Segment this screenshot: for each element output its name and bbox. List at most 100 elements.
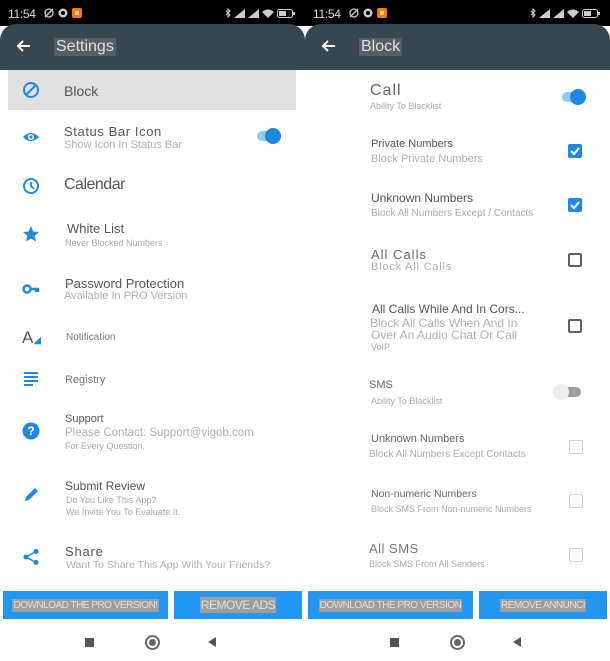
block-item-private-numbers[interactable]: Private Numbers Block Private Numbers [305, 134, 610, 170]
item-subtitle-2: For Every Question. [65, 441, 146, 451]
remove-ads-button[interactable]: REMOVE ADS [174, 591, 302, 619]
bluetooth-icon [225, 8, 231, 18]
all-calls-while-checkbox[interactable] [568, 319, 582, 333]
vpn-shield-icon [58, 8, 68, 18]
status-time: 11:54 [8, 7, 36, 21]
item-title: Share [65, 544, 104, 559]
item-subtitle: Block All Numbers Except Contacts [369, 449, 526, 460]
signal-icon [539, 8, 550, 18]
settings-item-password-protection[interactable]: Password Protection Available In PRO Ver… [0, 270, 305, 310]
item-subtitle: Available In PRO Version [64, 290, 188, 302]
app-notification-icon [72, 8, 82, 18]
item-title: Submit Review [65, 479, 146, 493]
unknown-numbers-checkbox[interactable] [568, 198, 582, 212]
item-title: Status Bar Icon [64, 124, 162, 139]
svg-text:?: ? [27, 424, 34, 438]
block-item-all-calls-while-in-course[interactable]: All Calls While And In Cors... Block All… [305, 300, 610, 352]
private-numbers-checkbox[interactable] [568, 144, 582, 158]
all-calls-checkbox[interactable] [568, 253, 582, 267]
sms-unknown-numbers-checkbox[interactable] [569, 440, 583, 454]
item-title: Non-numeric Numbers [371, 488, 477, 500]
alarm-off-icon [349, 8, 359, 18]
item-title: All SMS [369, 541, 419, 556]
star-icon [23, 226, 39, 242]
block-item-unknown-numbers[interactable]: Unknown Numbers Block All Numbers Except… [305, 188, 610, 224]
block-screen: 11:54 Block Call Ability To Blacklist Pr… [305, 0, 610, 661]
home-circle-icon[interactable] [145, 635, 160, 650]
key-icon [22, 284, 40, 294]
block-item-sms-unknown-numbers[interactable]: Unknown Numbers Block All Numbers Except… [305, 430, 610, 466]
settings-item-status-bar-icon[interactable]: Status Bar Icon Show Icon In Status Bar [0, 118, 305, 158]
status-time: 11:54 [313, 7, 341, 21]
wifi-icon [567, 9, 579, 18]
item-title: White List [67, 221, 125, 236]
alarm-off-icon [44, 8, 54, 18]
settings-item-submit-review[interactable]: Submit Review Do You Like This App? We I… [0, 476, 305, 522]
settings-item-support[interactable]: ? Support Please Contact: Support@vigob.… [0, 410, 305, 456]
item-title: Unknown Numbers [371, 433, 465, 445]
call-toggle[interactable] [560, 89, 588, 105]
item-title: Calendar [64, 176, 125, 193]
recents-square-icon[interactable] [390, 638, 399, 647]
back-triangle-icon[interactable] [208, 637, 216, 647]
recents-square-icon[interactable] [85, 638, 94, 647]
status-bar: 11:54 [305, 0, 610, 26]
item-subtitle: Show Icon In Status Bar [64, 139, 183, 151]
remove-ads-label: REMOVE ADS [199, 597, 277, 613]
all-sms-checkbox[interactable] [569, 548, 583, 562]
page-title: Block [359, 38, 403, 56]
page-title: Settings [54, 38, 116, 56]
block-item-all-sms[interactable]: All SMS Block SMS From All Senders [305, 540, 610, 576]
back-triangle-icon[interactable] [513, 637, 521, 647]
settings-item-calendar[interactable]: Calendar [0, 170, 305, 202]
signal-icon [248, 8, 259, 18]
block-item-all-calls[interactable]: All Calls Block All Calls [305, 245, 610, 281]
font-icon: A◢ [22, 328, 42, 347]
item-subtitle-3: VoIP [371, 342, 391, 352]
download-pro-label: DOWNLOAD THE PRO VERSION! [12, 598, 159, 612]
pencil-icon [25, 488, 38, 501]
item-title: Password Protection [65, 276, 185, 291]
settings-item-share[interactable]: Share Want To Share This App With Your F… [0, 540, 305, 580]
download-pro-button[interactable]: DOWNLOAD THE PRO VERSION [308, 591, 473, 619]
share-icon [23, 549, 39, 565]
arrow-left-icon[interactable] [319, 36, 339, 56]
item-subtitle-2: We Invite You To Evaluate It. [66, 507, 181, 517]
remove-ads-button[interactable]: REMOVE ANNUNCI [479, 591, 607, 619]
item-title: Call [370, 82, 402, 99]
item-title: All Calls [371, 247, 427, 262]
status-bar-icon-toggle[interactable] [255, 128, 283, 144]
block-icon [23, 82, 39, 98]
block-item-non-numeric-numbers[interactable]: Non-numeric Numbers Block SMS From Non-n… [305, 486, 610, 522]
arrow-left-icon[interactable] [14, 36, 34, 56]
non-numeric-numbers-checkbox[interactable] [569, 494, 583, 508]
settings-item-block[interactable]: Block [8, 70, 296, 110]
item-subtitle: Block Private Numbers [371, 153, 483, 165]
item-title: Unknown Numbers [371, 191, 474, 205]
item-title: Block [64, 83, 99, 99]
block-item-call[interactable]: Call Ability To Blacklist [305, 80, 610, 116]
item-subtitle: Want To Share This App With Your Friends… [66, 559, 271, 571]
help-icon: ? [22, 422, 40, 440]
item-title: All Calls While And In Cors... [372, 302, 525, 316]
item-subtitle: Block SMS From Non-numeric Numbers [371, 504, 532, 514]
item-subtitle: Block All Calls [371, 261, 453, 273]
settings-item-white-list[interactable]: White List Never Blocked Numbers [0, 215, 305, 255]
sms-toggle[interactable] [553, 384, 581, 400]
item-title: Support [65, 413, 104, 425]
nav-bar [305, 628, 610, 661]
settings-item-registry[interactable]: Registry [0, 366, 305, 392]
settings-item-notification[interactable]: A◢ Notification [0, 326, 305, 352]
bluetooth-icon [530, 8, 536, 18]
home-circle-icon[interactable] [450, 635, 465, 650]
clock-icon [23, 178, 39, 194]
block-item-sms[interactable]: SMS Ability To Blacklist [305, 376, 610, 412]
download-pro-label: DOWNLOAD THE PRO VERSION [318, 598, 463, 612]
nav-bar [0, 628, 305, 661]
signal-icon [553, 8, 564, 18]
app-notification-icon [377, 8, 387, 18]
download-pro-button[interactable]: DOWNLOAD THE PRO VERSION! [3, 591, 168, 619]
signal-icon [234, 8, 245, 18]
app-bar: Settings [0, 24, 305, 70]
item-subtitle: Ability To Blacklist [371, 396, 443, 406]
